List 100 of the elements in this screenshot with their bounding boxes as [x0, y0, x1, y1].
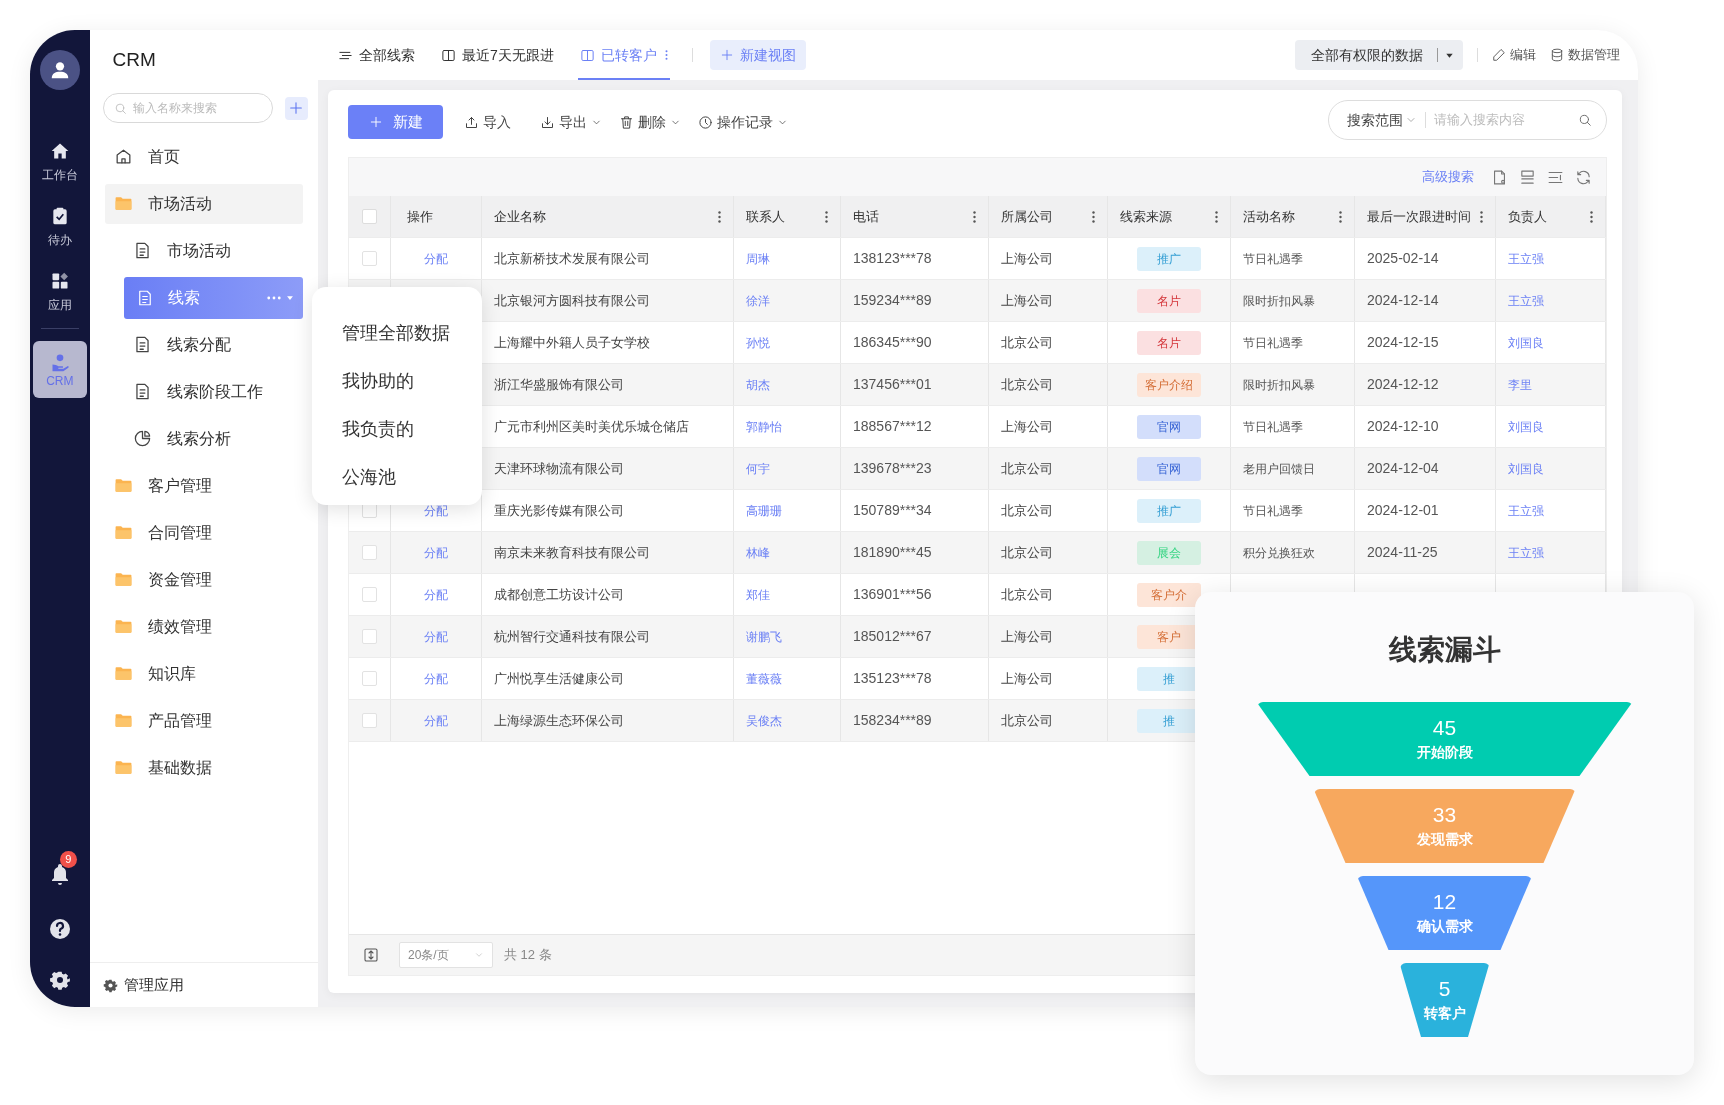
assign-link[interactable]: 分配	[424, 669, 448, 688]
column-header: 所属公司	[1001, 207, 1053, 226]
column-header: 负责人	[1508, 207, 1547, 226]
person-link[interactable]: 王立强	[1508, 501, 1544, 520]
sidebar-item[interactable]: 绩效管理	[104, 606, 303, 647]
person-link[interactable]: 吴俊杰	[746, 711, 782, 730]
delete-button[interactable]: 删除	[619, 111, 681, 133]
new-view-button[interactable]: 新建视图	[709, 40, 806, 70]
column-menu-icon[interactable]	[1339, 210, 1342, 223]
checkbox[interactable]	[362, 545, 377, 560]
more-icon[interactable]	[266, 295, 281, 300]
sidebar-item[interactable]: 产品管理	[104, 700, 303, 741]
source-tag: 名片	[1137, 288, 1201, 313]
advanced-search-link[interactable]: 高级搜索	[1422, 167, 1474, 187]
person-link[interactable]: 郑佳	[746, 585, 770, 604]
plus-icon	[719, 48, 734, 62]
sidebar-item[interactable]: 线索分析	[123, 418, 303, 459]
sidebar-item[interactable]: 合同管理	[104, 512, 303, 553]
add-button[interactable]	[284, 96, 308, 120]
column-menu-icon[interactable]	[664, 50, 668, 60]
checkbox[interactable]	[362, 251, 377, 266]
chevron-down-icon	[474, 950, 484, 960]
column-menu-icon[interactable]	[1590, 210, 1593, 223]
person-link[interactable]: 周琳	[746, 249, 770, 268]
assign-link[interactable]: 分配	[424, 501, 448, 520]
column-menu-icon[interactable]	[1480, 210, 1483, 223]
data-manage-button[interactable]: 数据管理	[1550, 45, 1620, 65]
person-link[interactable]: 董薇薇	[746, 669, 782, 688]
new-button[interactable]: 新建	[348, 105, 443, 139]
sidebar-item[interactable]: 知识库	[104, 653, 303, 694]
person-link[interactable]: 何宇	[746, 459, 770, 478]
checkbox[interactable]	[362, 629, 377, 644]
person-link[interactable]: 刘国良	[1508, 417, 1544, 436]
person-link[interactable]: 王立强	[1508, 543, 1544, 562]
person-link[interactable]: 谢鹏飞	[746, 627, 782, 646]
stage-label: 转客户	[1423, 1004, 1466, 1023]
view-tab[interactable]: 全部线索	[336, 30, 417, 80]
rail-item[interactable]: CRM	[32, 341, 87, 398]
menu-item[interactable]: 我协助的	[342, 357, 452, 405]
column-menu-icon[interactable]	[1092, 210, 1095, 223]
settings-icon	[48, 969, 71, 991]
assign-link[interactable]: 分配	[424, 627, 448, 646]
assign-link[interactable]: 分配	[424, 249, 448, 268]
person-link[interactable]: 孙悦	[746, 333, 770, 352]
folder-icon	[113, 617, 133, 636]
assign-link[interactable]: 分配	[424, 711, 448, 730]
checkbox[interactable]	[362, 209, 377, 224]
column-menu-icon[interactable]	[1215, 210, 1218, 223]
menu-item[interactable]: 我负责的	[342, 405, 452, 453]
view-tab[interactable]: 最近7天无跟进	[439, 30, 556, 80]
column-menu-icon[interactable]	[718, 210, 721, 223]
sidebar-item[interactable]: 资金管理	[104, 559, 303, 600]
folder-icon	[113, 758, 133, 777]
sidebar-item[interactable]: 线索	[123, 276, 303, 319]
checkbox[interactable]	[362, 587, 377, 602]
sidebar-item[interactable]: 客户管理	[104, 465, 303, 506]
notification-badge: 9	[59, 851, 77, 868]
manage-apps-link[interactable]: 管理应用	[123, 973, 184, 997]
rail-item[interactable]: 待办	[32, 193, 87, 258]
search-icon	[113, 101, 127, 115]
column-menu-icon[interactable]	[825, 210, 828, 223]
person-link[interactable]: 刘国良	[1508, 459, 1544, 478]
history-button[interactable]: 操作记录	[698, 111, 788, 133]
rail-item[interactable]: 工作台	[32, 128, 87, 193]
person-link[interactable]: 林峰	[746, 543, 770, 562]
sidebar-item[interactable]: 市场活动	[123, 230, 303, 271]
person-link[interactable]: 徐洋	[746, 291, 770, 310]
column-menu-icon[interactable]	[973, 210, 976, 223]
person-link[interactable]: 胡杰	[746, 375, 770, 394]
person-link[interactable]: 王立强	[1508, 291, 1544, 310]
menu-item[interactable]: 公海池	[342, 453, 452, 501]
person-link[interactable]: 高珊珊	[746, 501, 782, 520]
column-header: 线索来源	[1120, 207, 1172, 226]
rail-item[interactable]: 应用	[32, 258, 87, 323]
download-icon	[540, 114, 555, 130]
assign-link[interactable]: 分配	[424, 585, 448, 604]
person-link[interactable]: 郭静怡	[746, 417, 782, 436]
sidebar-item[interactable]: 首页	[104, 136, 303, 177]
view-tab[interactable]: 已转客户	[577, 30, 670, 80]
checkbox[interactable]	[362, 713, 377, 728]
page-size-select[interactable]: 20条/页	[399, 942, 493, 968]
person-link[interactable]: 王立强	[1508, 249, 1544, 268]
checkbox[interactable]	[362, 671, 377, 686]
data-scope-dropdown[interactable]: 全部有权限的数据	[1295, 40, 1463, 70]
import-button[interactable]: 导入	[464, 111, 511, 133]
source-tag: 名片	[1137, 330, 1201, 355]
menu-item[interactable]: 管理全部数据	[342, 309, 452, 357]
expand-icon[interactable]	[363, 947, 379, 963]
sidebar-item[interactable]: 线索分配	[123, 324, 303, 365]
sidebar-item[interactable]: 基础数据	[104, 747, 303, 788]
sidebar-item[interactable]: 线索阶段工作	[123, 371, 303, 412]
person-link[interactable]: 刘国良	[1508, 333, 1544, 352]
export-button[interactable]: 导出	[540, 111, 602, 133]
edit-button[interactable]: 编辑	[1492, 45, 1536, 65]
assign-link[interactable]: 分配	[424, 543, 448, 562]
pie-chart-icon	[132, 429, 152, 448]
person-link[interactable]: 李里	[1508, 375, 1532, 394]
sidebar-item[interactable]: 市场活动	[104, 183, 303, 224]
stage-count: 45	[1432, 715, 1457, 741]
avatar-icon[interactable]	[39, 50, 80, 90]
